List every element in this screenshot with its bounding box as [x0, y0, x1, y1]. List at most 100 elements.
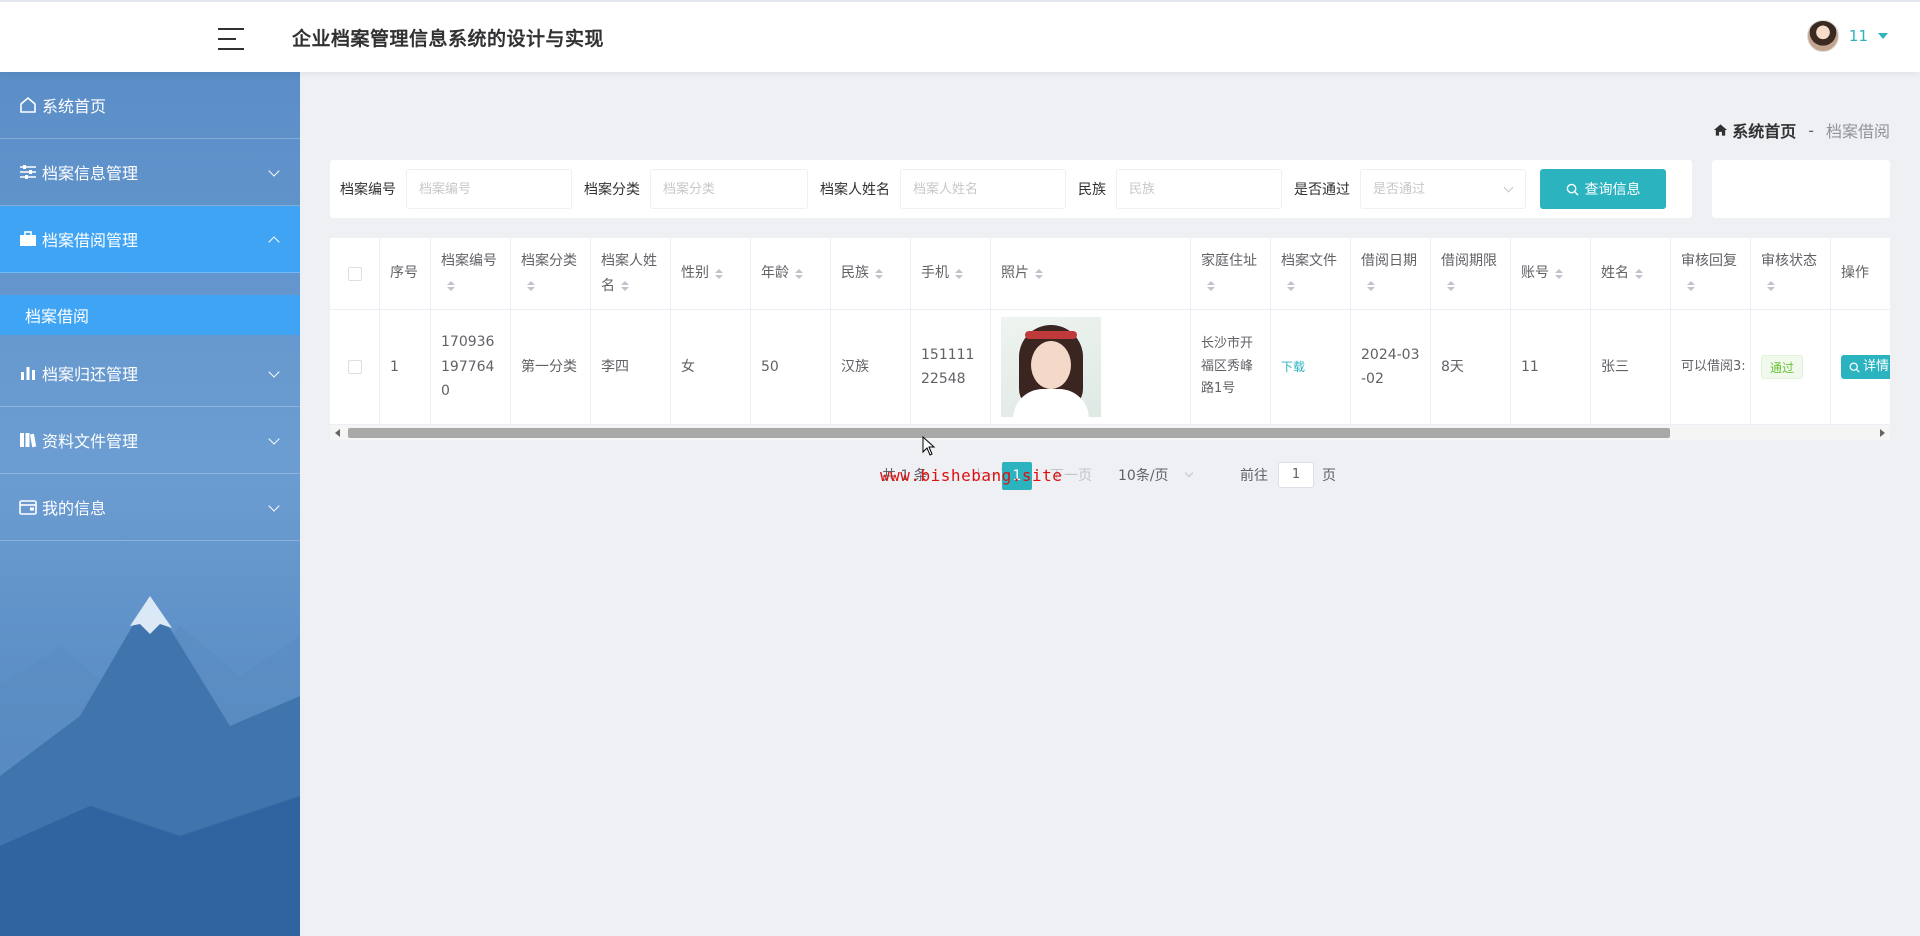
- scroll-left-icon[interactable]: [335, 429, 340, 437]
- chevron-down-icon: [268, 366, 280, 378]
- top-header: 企业档案管理信息系统的设计与实现 11: [0, 0, 1920, 72]
- chevron-down-icon: [268, 500, 280, 512]
- goto-page-input[interactable]: [1278, 462, 1314, 488]
- breadcrumb-home-label: 系统首页: [1732, 122, 1797, 141]
- search-label-category: 档案分类: [584, 182, 640, 198]
- sliders-icon: [18, 162, 38, 182]
- sort-icon: [621, 280, 629, 291]
- submenu-item-borrow[interactable]: 档案借阅: [0, 295, 300, 335]
- row-checkbox[interactable]: [347, 360, 362, 374]
- th-age[interactable]: 年龄: [751, 238, 831, 309]
- td-file: 下载: [1271, 310, 1351, 424]
- td-code: 1709361977640: [431, 310, 511, 424]
- th-reply[interactable]: 审核回复: [1671, 238, 1751, 309]
- th-label: 年龄: [761, 265, 789, 282]
- search-select-approved-input[interactable]: [1360, 169, 1526, 209]
- sort-icon: [1207, 280, 1215, 291]
- search-label-nation: 民族: [1078, 182, 1106, 198]
- app-title: 企业档案管理信息系统的设计与实现: [292, 28, 605, 50]
- th-borrow-date[interactable]: 借阅日期: [1351, 238, 1431, 309]
- th-status[interactable]: 审核状态: [1751, 238, 1831, 309]
- th-label: 档案人姓名: [601, 253, 657, 294]
- sort-icon: [447, 280, 455, 291]
- th-code[interactable]: 档案编号: [431, 238, 511, 309]
- td-period: 8天: [1431, 310, 1511, 424]
- th-action: 操作: [1831, 238, 1890, 309]
- search-input-nation[interactable]: [1116, 169, 1282, 209]
- th-address[interactable]: 家庭住址: [1191, 238, 1271, 309]
- caret-down-icon: [1878, 33, 1888, 39]
- data-table: 序号 档案编号 档案分类 档案人姓名 性别 年龄 民族 手机 照片 家庭住址 档…: [330, 238, 1890, 440]
- th-period[interactable]: 借阅期限: [1431, 238, 1511, 309]
- query-button-label: 查询信息: [1584, 182, 1641, 198]
- search-input-code[interactable]: [406, 169, 572, 209]
- home-icon: [1714, 124, 1728, 136]
- td-phone: 15111122548: [911, 310, 991, 424]
- select-all-checkbox[interactable]: [347, 266, 362, 281]
- th-gender[interactable]: 性别: [671, 238, 751, 309]
- search-select-approved[interactable]: [1360, 169, 1526, 209]
- profile-photo[interactable]: [1001, 317, 1101, 417]
- download-link[interactable]: 下载: [1281, 357, 1305, 378]
- sidebar-item-archive-info[interactable]: 档案信息管理: [0, 139, 300, 206]
- th-file[interactable]: 档案文件: [1271, 238, 1351, 309]
- page-size-select[interactable]: 10条/页: [1118, 462, 1169, 490]
- th-label: 序号: [390, 265, 418, 282]
- td-age: 50: [751, 310, 831, 424]
- search-label-approved: 是否通过: [1294, 182, 1350, 198]
- th-label: 民族: [841, 265, 869, 282]
- mountain-background: [0, 596, 300, 936]
- search-input-person[interactable]: [900, 169, 1066, 209]
- sidebar-item-return[interactable]: 档案归还管理: [0, 340, 300, 407]
- th-person[interactable]: 档案人姓名: [591, 238, 671, 309]
- scroll-right-icon[interactable]: [1880, 429, 1885, 437]
- td-person: 李四: [591, 310, 671, 424]
- td-reply: 可以借阅3:: [1671, 310, 1751, 424]
- sidebar-item-borrow[interactable]: 档案借阅管理: [0, 206, 300, 273]
- sidebar-item-my-info[interactable]: 我的信息: [0, 474, 300, 541]
- breadcrumb-separator: -: [1808, 120, 1814, 140]
- detail-button[interactable]: 详情: [1841, 355, 1890, 379]
- th-label: 姓名: [1601, 265, 1629, 282]
- avatar: [1806, 20, 1839, 52]
- sort-icon: [715, 268, 723, 279]
- sort-icon: [1555, 268, 1563, 279]
- horizontal-scrollbar[interactable]: [330, 424, 1890, 440]
- sidebar-item-label: 我的信息: [42, 499, 107, 518]
- th-phone[interactable]: 手机: [911, 238, 991, 309]
- th-index: 序号: [380, 238, 431, 309]
- sidebar-item-files[interactable]: 资料文件管理: [0, 407, 300, 474]
- user-name: 11: [1848, 27, 1868, 45]
- goto-label: 前往: [1240, 468, 1268, 484]
- user-menu[interactable]: 11: [1806, 20, 1888, 52]
- breadcrumb-current: 档案借阅: [1825, 122, 1890, 141]
- wallet-icon: [18, 497, 38, 517]
- sidebar-item-home[interactable]: 系统首页: [0, 72, 300, 139]
- chevron-up-icon: [268, 236, 280, 248]
- table-header: 序号 档案编号 档案分类 档案人姓名 性别 年龄 民族 手机 照片 家庭住址 档…: [330, 238, 1890, 310]
- td-status: 通过: [1751, 310, 1831, 424]
- td-address: 长沙市开福区秀峰路1号: [1191, 310, 1271, 424]
- sort-icon: [1687, 280, 1695, 291]
- scrollbar-thumb[interactable]: [348, 428, 1670, 438]
- sort-icon: [795, 268, 803, 279]
- sort-icon: [955, 268, 963, 279]
- th-label: 档案文件: [1281, 253, 1337, 269]
- th-label: 借阅期限: [1441, 253, 1497, 269]
- sidebar-item-label: 系统首页: [42, 97, 107, 116]
- search-input-category[interactable]: [650, 169, 808, 209]
- page-suffix-label: 页: [1322, 468, 1336, 484]
- query-button[interactable]: 查询信息: [1540, 169, 1666, 209]
- sidebar-item-label: 档案信息管理: [42, 164, 139, 183]
- th-label: 性别: [681, 265, 709, 282]
- sort-icon: [1035, 268, 1043, 279]
- th-nation[interactable]: 民族: [831, 238, 911, 309]
- th-account[interactable]: 账号: [1511, 238, 1591, 309]
- th-photo[interactable]: 照片: [991, 238, 1191, 309]
- menu-toggle-icon[interactable]: [218, 28, 244, 50]
- sort-icon: [527, 280, 535, 291]
- th-name[interactable]: 姓名: [1591, 238, 1671, 309]
- td-account: 11: [1511, 310, 1591, 424]
- breadcrumb-home[interactable]: 系统首页: [1713, 118, 1796, 142]
- th-category[interactable]: 档案分类: [511, 238, 591, 309]
